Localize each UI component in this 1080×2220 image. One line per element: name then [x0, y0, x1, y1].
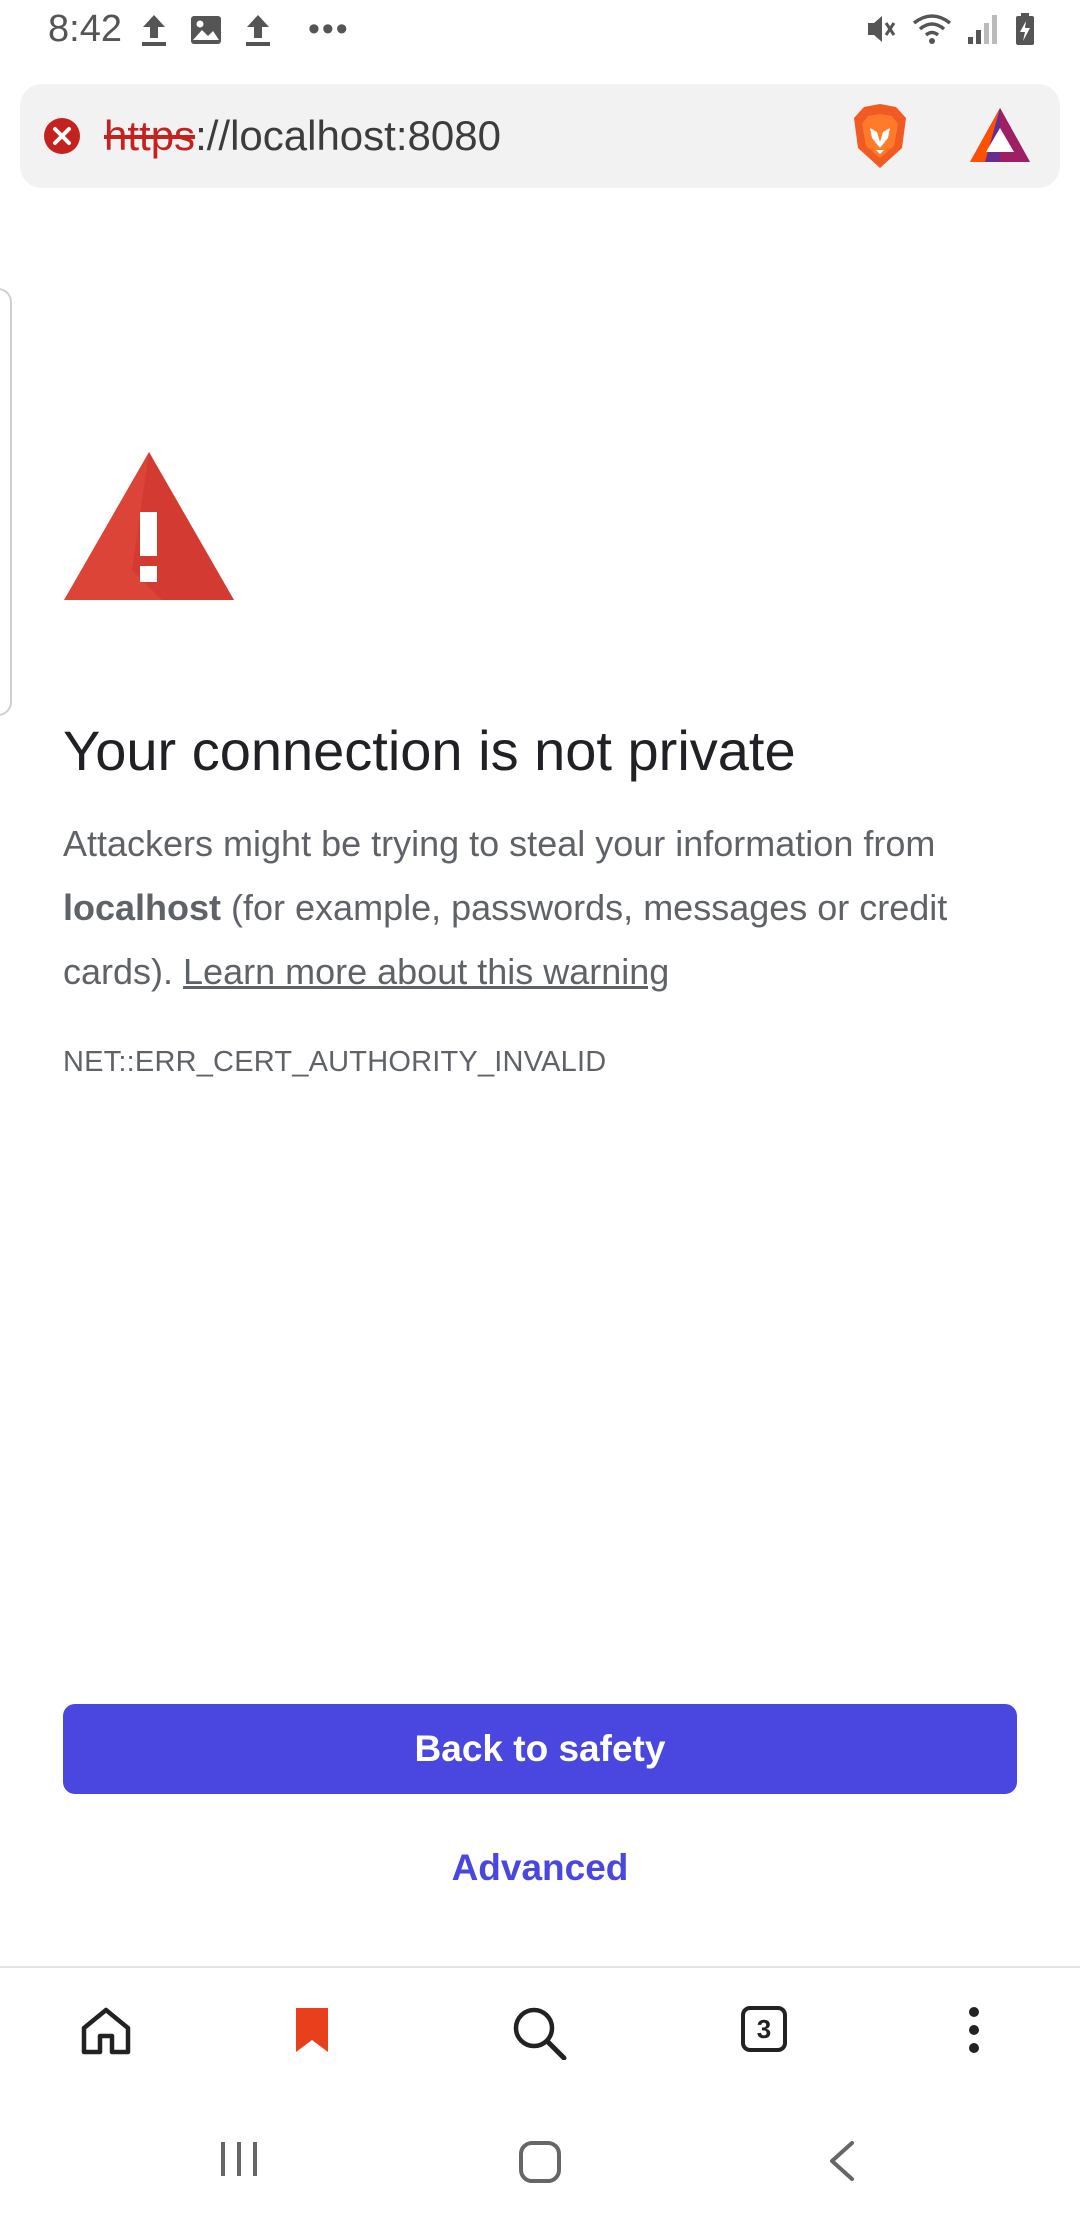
description-prefix: Attackers might be trying to steal your …	[63, 823, 936, 864]
warning-triangle-icon	[62, 450, 236, 607]
recents-icon[interactable]	[218, 2140, 260, 2183]
error-code: NET::ERR_CERT_AUTHORITY_INVALID	[63, 1046, 607, 1078]
upload-icon	[246, 14, 270, 46]
more-dots-icon: •••	[308, 10, 350, 48]
wifi-icon	[912, 14, 952, 44]
mute-vibrate-icon	[868, 16, 896, 42]
description-host: localhost	[63, 887, 222, 928]
brave-shield-icon[interactable]	[850, 102, 910, 175]
status-notification-icons: •••	[140, 10, 350, 49]
status-time: 8:42	[48, 8, 122, 50]
menu-icon[interactable]	[966, 2006, 982, 2059]
url-scheme: https	[104, 112, 196, 159]
home-icon[interactable]	[80, 2006, 132, 2061]
status-system-icons	[862, 12, 1036, 46]
home-button-icon[interactable]	[518, 2140, 562, 2189]
edge-panel-handle[interactable]	[0, 288, 12, 716]
learn-more-link[interactable]: Learn more about this warning	[183, 951, 669, 992]
image-icon	[191, 15, 221, 44]
status-bar: 8:42 •••	[0, 0, 1080, 72]
upload-icon	[142, 14, 166, 46]
tabs-icon[interactable]: 3	[741, 2006, 787, 2052]
url-text[interactable]: https://localhost:8080	[104, 112, 501, 160]
signal-icon	[968, 15, 997, 44]
system-nav-bar	[0, 2096, 1080, 2220]
back-icon[interactable]	[826, 2140, 856, 2187]
advanced-button[interactable]: Advanced	[390, 1840, 690, 1896]
back-to-safety-button[interactable]: Back to safety	[63, 1704, 1017, 1794]
warning-description: Attackers might be trying to steal your …	[63, 812, 1013, 1004]
not-secure-error-icon[interactable]	[42, 116, 82, 161]
url-host: ://localhost:8080	[195, 112, 501, 159]
battery-charging-icon	[1016, 13, 1034, 45]
bat-rewards-icon[interactable]	[968, 106, 1032, 169]
url-bar[interactable]: https://localhost:8080	[20, 84, 1060, 188]
search-icon[interactable]	[512, 2006, 568, 2065]
page-title: Your connection is not private	[63, 719, 796, 782]
tab-count: 3	[756, 2013, 772, 2044]
bookmark-icon[interactable]	[294, 2006, 330, 2059]
bottom-toolbar: 3	[0, 1966, 1080, 2098]
